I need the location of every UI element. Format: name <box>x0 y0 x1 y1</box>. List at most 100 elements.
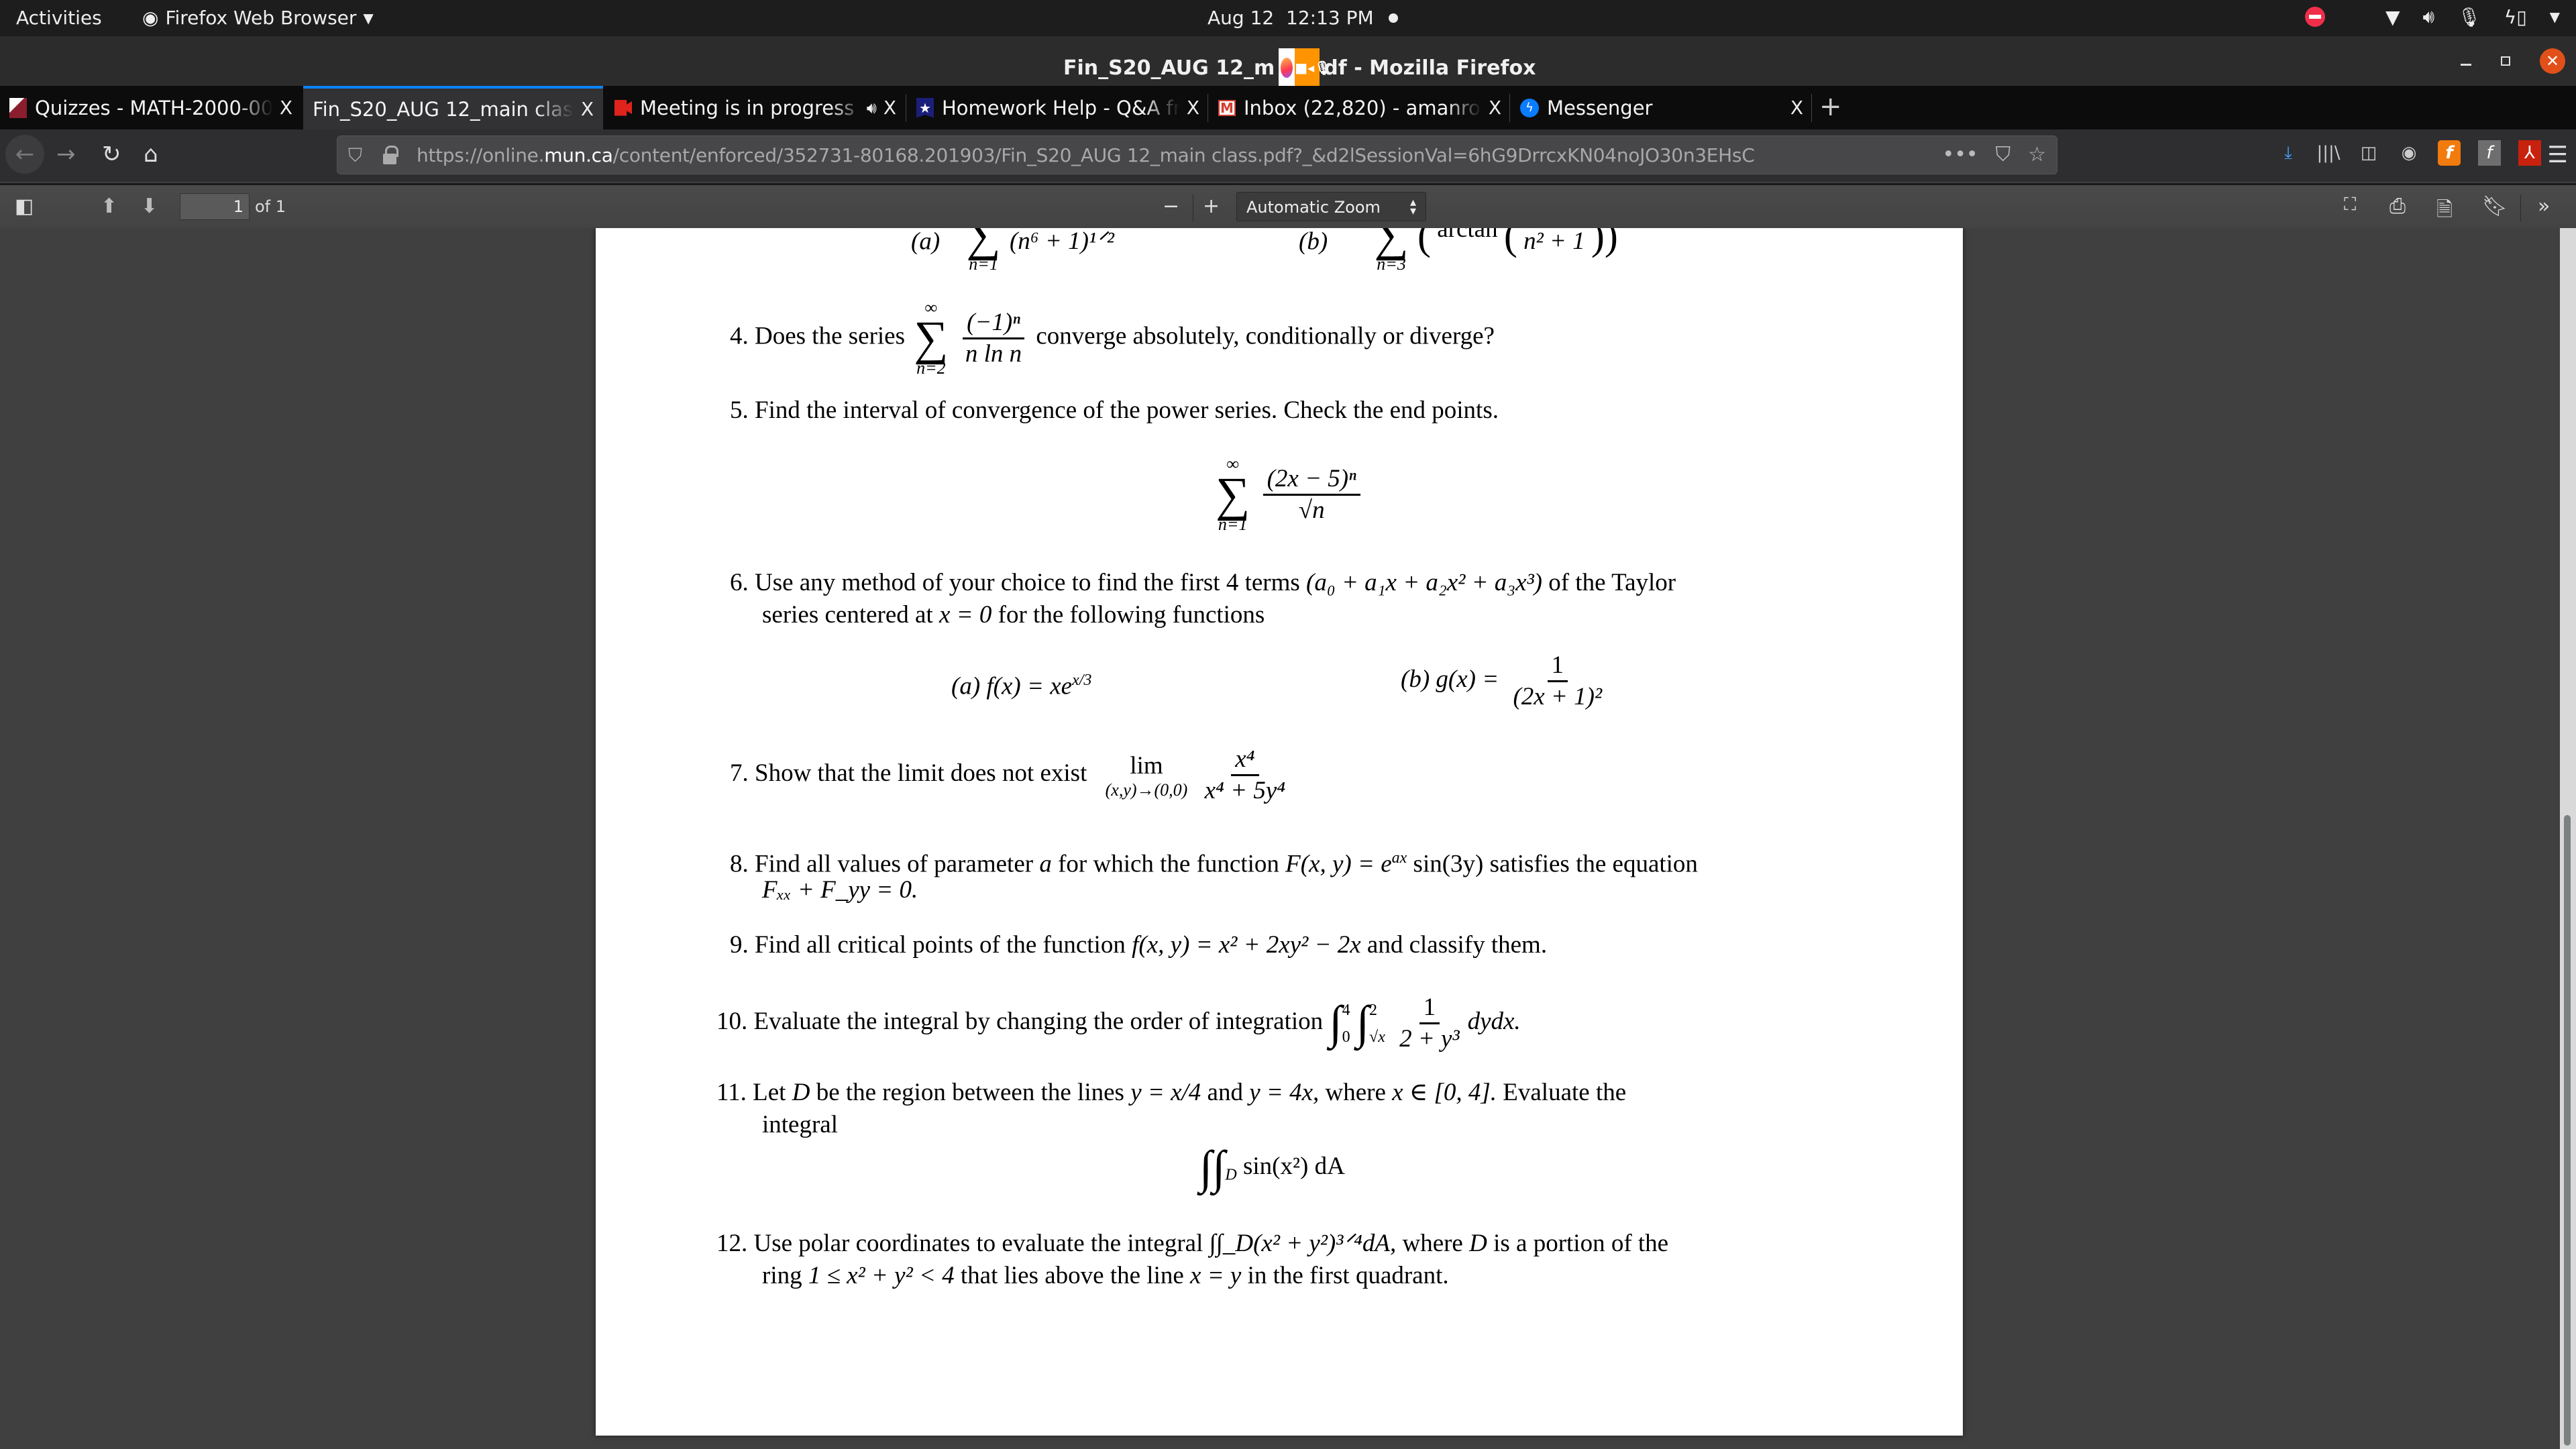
question-3-partial: (a) ∑ n=1 (n⁶ + 1)¹ᐟ² <box>911 228 1114 274</box>
acrobat-icon[interactable]: ⅄ <box>2518 140 2541 166</box>
zoom-in-button[interactable]: + <box>1203 195 1220 218</box>
q6-text: of the Taylor <box>1548 569 1676 596</box>
q11-integrand: sin(x²) dA <box>1242 1152 1345 1180</box>
forward-button[interactable]: → <box>56 141 76 168</box>
close-tab-button[interactable]: X <box>581 98 594 120</box>
q11-math: y = 4x, <box>1249 1079 1320 1106</box>
q8-exponent: ax <box>1391 849 1407 867</box>
vertical-scrollbar[interactable] <box>2560 228 2576 1449</box>
pdf-viewer[interactable]: (a) ∑ n=1 (n⁶ + 1)¹ᐟ² (b) ∑ n=3 ( arctan… <box>0 228 2576 1449</box>
page-number-input[interactable]: 1 <box>180 193 250 220</box>
battery-charging-icon: ϟ▯ <box>2504 5 2527 28</box>
tab-messenger[interactable]: ϟ Messenger X <box>1511 86 1813 129</box>
minimize-button[interactable] <box>2461 63 2471 66</box>
q8-text: satisfies the equation <box>1489 850 1698 878</box>
tab-inbox[interactable]: M Inbox (22,820) - amanroh X <box>1209 86 1511 129</box>
close-tab-button[interactable]: X <box>1489 97 1501 119</box>
bookmark-icon[interactable]: 🔖︎ <box>2482 195 2508 218</box>
url-text[interactable]: https://online.mun.ca/content/enforced/3… <box>417 144 1755 166</box>
system-tray[interactable]: ▼ 🔊︎ 🎙︎ ϟ▯ ▼ <box>2304 5 2560 28</box>
reload-button[interactable]: ↻ <box>102 141 121 168</box>
tab-homework-help[interactable]: ★ Homework Help - Q&A from X <box>907 86 1209 129</box>
q11-text: and <box>1207 1079 1243 1106</box>
q4-text-after: converge absolutely, conditionally or di… <box>1036 322 1495 350</box>
close-tab-button[interactable]: X <box>883 97 896 119</box>
scrollbar-thumb[interactable] <box>2564 815 2571 1446</box>
close-tab-button[interactable]: X <box>1790 97 1803 119</box>
integral-region: D <box>1225 1166 1237 1184</box>
close-tab-button[interactable]: X <box>1187 97 1199 119</box>
question-11-line2: integral <box>762 1109 838 1141</box>
app-menu[interactable]: ◉ Firefox Web Browser ▼ <box>142 7 374 29</box>
account-icon[interactable]: ◉ <box>2398 140 2420 166</box>
pocket-icon[interactable]: ⛉ <box>1996 143 2011 166</box>
q11-math: x ∈ [0, 4]. <box>1392 1079 1497 1106</box>
window-controls: ✕ <box>2461 48 2565 74</box>
toolbar-separator <box>2520 195 2521 221</box>
audio-playing-icon[interactable]: 🔊︎ <box>867 99 877 117</box>
sharing-indicator[interactable]: ■◂ 🎙︎ <box>1279 48 1332 87</box>
gmail-icon: M <box>1218 99 1236 116</box>
notification-dot-icon <box>1388 13 1398 23</box>
tab-meeting[interactable]: Meeting is in progress 🔊︎ X <box>605 86 906 129</box>
q11-text: be the region between the lines <box>816 1079 1124 1106</box>
tab-label: Homework Help - Q&A from <box>942 96 1180 119</box>
tab-pdf-active[interactable]: Fin_S20_AUG 12_main class.pdf X <box>303 86 603 129</box>
next-page-button[interactable]: ⬇ <box>141 195 158 218</box>
sigma-symbol: ∑ <box>966 228 1001 261</box>
presentation-mode-icon[interactable]: ⛶ <box>2344 195 2356 215</box>
system-menu-arrow-icon: ▼ <box>2549 9 2560 25</box>
library-icon[interactable]: |||\ <box>2316 140 2340 166</box>
window-title-left: Fin_S20_AUG 12_m <box>1063 56 1275 80</box>
tab-separator <box>1509 94 1510 122</box>
q12-math: ∫∫_D(x² + y²)³ᐟ⁴dA, <box>1209 1230 1397 1257</box>
download-icon[interactable]: ⤓ <box>2277 140 2300 166</box>
pdf-page: (a) ∑ n=1 (n⁶ + 1)¹ᐟ² (b) ∑ n=3 ( arctan… <box>596 228 1963 1436</box>
q9-function: f(x, y) = x² + 2xy² − 2x <box>1132 931 1361 959</box>
activities-button[interactable]: Activities <box>16 7 102 29</box>
maximize-button[interactable] <box>2501 56 2510 66</box>
q11-integral: ∫∫D sin(x²) dA <box>1199 1144 1345 1191</box>
page-actions: ••• ⛉ ☆ <box>1943 143 2047 166</box>
flash-player-icon[interactable]: f <box>2438 140 2461 166</box>
question-number: 10. <box>716 1007 748 1035</box>
print-icon[interactable]: ⎙ <box>2390 195 2406 218</box>
back-button[interactable]: ← <box>5 135 44 174</box>
zoom-select[interactable]: Automatic Zoom ▴ ▾ <box>1236 192 1426 221</box>
sidebar-icon[interactable]: ◫ <box>2357 140 2380 166</box>
q8-function-tail: sin(3y) <box>1413 850 1484 878</box>
outer-limits: 40 <box>1342 997 1350 1051</box>
toolbar-icons: ⤓ |||\ ◫ ◉ f f ⅄ <box>2277 140 2541 166</box>
previous-page-button[interactable]: ⬆ <box>101 195 117 218</box>
q11-text: where <box>1325 1079 1386 1106</box>
tools-menu-chevron-icon[interactable]: » <box>2538 195 2550 218</box>
more-icon[interactable]: ••• <box>1943 143 1978 166</box>
q5-sum: ∞ ∑ n=1 <box>1216 455 1250 534</box>
hamburger-menu-icon[interactable]: ☰ <box>2548 142 2568 168</box>
q8-equation: Fₓₓ + F_yy = 0. <box>762 876 918 904</box>
tracking-protection-shield-icon[interactable]: ⛉ <box>348 144 362 167</box>
toggle-sidebar-button[interactable]: ◧ <box>15 195 34 218</box>
address-bar[interactable]: ⛉ https://online.mun.ca/content/enforced… <box>337 136 2057 174</box>
paren: ( <box>1503 228 1517 258</box>
do-not-disturb-icon[interactable] <box>2304 7 2325 27</box>
app-menu-label: Firefox Web Browser <box>165 7 357 29</box>
page-count: of 1 <box>255 197 286 216</box>
flash-icon[interactable]: f <box>2478 140 2501 166</box>
tab-separator <box>1811 94 1812 122</box>
zoom-out-button[interactable]: − <box>1163 195 1179 218</box>
lock-icon[interactable] <box>383 146 398 164</box>
clock[interactable]: Aug 12 12:13 PM <box>1208 7 1398 29</box>
clock-label: Aug 12 12:13 PM <box>1208 7 1374 29</box>
save-download-icon[interactable]: 🗎︎ <box>2436 195 2453 229</box>
system-top-bar: Activities ◉ Firefox Web Browser ▼ Aug 1… <box>0 0 2576 36</box>
q11-region: D <box>792 1079 810 1106</box>
close-tab-button[interactable]: X <box>280 97 292 119</box>
sum-lower-limit: n=2 <box>916 358 946 378</box>
close-window-button[interactable]: ✕ <box>2540 48 2565 74</box>
bookmark-star-icon[interactable]: ☆ <box>2028 143 2046 166</box>
home-button[interactable]: ⌂ <box>144 141 158 168</box>
q5-series: ∞ ∑ n=1 (2x − 5)ⁿ √n <box>1213 455 1364 534</box>
tab-quizzes[interactable]: Quizzes - MATH-2000-001 X <box>0 86 302 129</box>
new-tab-button[interactable]: + <box>1819 91 1842 122</box>
